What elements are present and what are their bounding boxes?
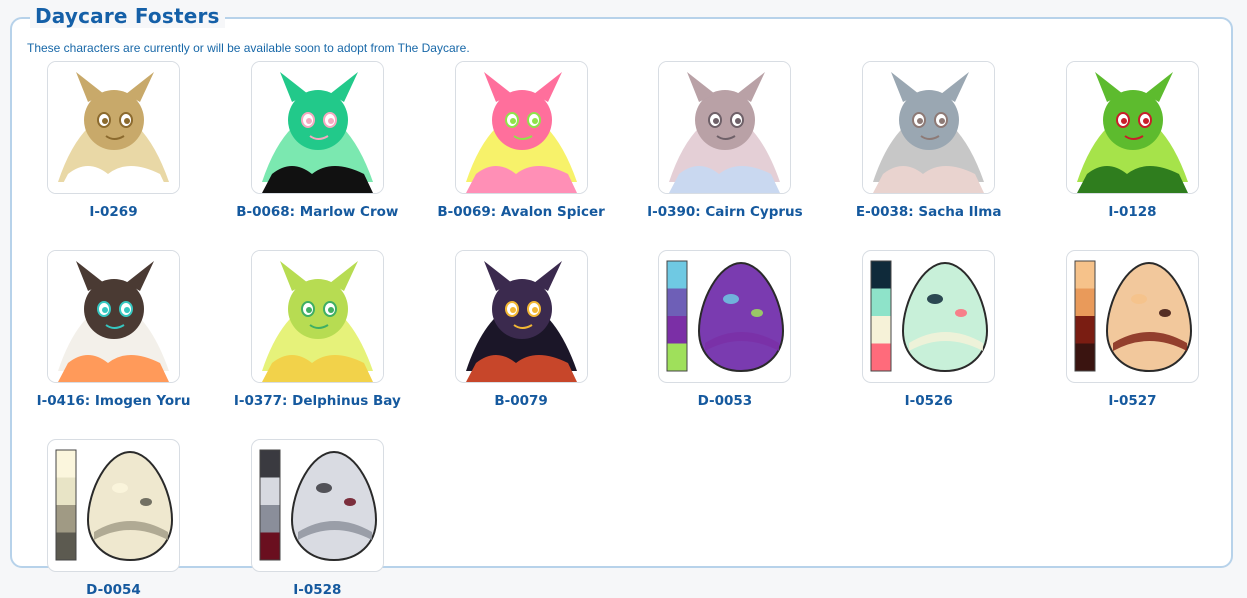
character-art: [1066, 62, 1198, 193]
foster-label[interactable]: D-0054: [86, 582, 141, 598]
foster-label[interactable]: I-0528: [293, 582, 341, 598]
foster-label[interactable]: B-0068: Marlow Crow: [236, 204, 398, 220]
foster-card[interactable]: I-0526: [843, 250, 1014, 409]
character-art: [863, 62, 995, 193]
character-art: [48, 62, 179, 193]
foster-thumbnail[interactable]: [250, 61, 384, 194]
egg-art: [666, 260, 785, 373]
foster-thumbnail[interactable]: [862, 250, 996, 383]
foster-label[interactable]: D-0053: [698, 393, 753, 409]
foster-thumbnail[interactable]: [47, 439, 180, 572]
foster-card[interactable]: D-0054: [28, 439, 199, 598]
section-title: Daycare Fosters: [30, 4, 225, 28]
foster-thumbnail[interactable]: [454, 250, 588, 383]
foster-card[interactable]: B-0079: [436, 250, 607, 409]
foster-label[interactable]: B-0079: [494, 393, 547, 409]
foster-card[interactable]: I-0416: Imogen Yoru: [28, 250, 199, 409]
foster-label[interactable]: I-0269: [89, 204, 137, 220]
character-art: [251, 251, 383, 382]
character-art: [455, 251, 587, 382]
foster-card[interactable]: I-0527: [1047, 250, 1218, 409]
egg-art: [259, 449, 377, 562]
foster-card[interactable]: B-0069: Avalon Spicer: [436, 61, 607, 220]
foster-thumbnail[interactable]: [1065, 250, 1199, 383]
foster-label[interactable]: E-0038: Sacha Ilma: [856, 204, 1002, 220]
character-art: [455, 62, 587, 193]
foster-card[interactable]: I-0528: [232, 439, 403, 598]
foster-thumbnail[interactable]: [250, 250, 384, 383]
foster-label[interactable]: I-0416: Imogen Yoru: [37, 393, 191, 409]
foster-card[interactable]: E-0038: Sacha Ilma: [843, 61, 1014, 220]
foster-thumbnail[interactable]: [47, 250, 180, 383]
foster-label[interactable]: B-0069: Avalon Spicer: [437, 204, 604, 220]
egg-art: [870, 260, 989, 373]
foster-thumbnail[interactable]: [47, 61, 180, 194]
foster-thumbnail[interactable]: [454, 61, 588, 194]
foster-card[interactable]: B-0068: Marlow Crow: [232, 61, 403, 220]
foster-thumbnail[interactable]: [658, 250, 792, 383]
foster-card[interactable]: I-0128: [1047, 61, 1218, 220]
foster-thumbnail[interactable]: [862, 61, 996, 194]
foster-label[interactable]: I-0128: [1108, 204, 1156, 220]
character-art: [251, 62, 383, 193]
foster-thumbnail[interactable]: [658, 61, 792, 194]
foster-card[interactable]: D-0053: [639, 250, 810, 409]
foster-thumbnail[interactable]: [1065, 61, 1199, 194]
foster-card[interactable]: I-0269: [28, 61, 199, 220]
foster-label[interactable]: I-0527: [1108, 393, 1156, 409]
foster-label[interactable]: I-0526: [905, 393, 953, 409]
foster-label[interactable]: I-0377: Delphinus Bay: [234, 393, 401, 409]
foster-card[interactable]: I-0390: Cairn Cyprus: [639, 61, 810, 220]
egg-art: [1074, 260, 1192, 373]
character-art: [48, 251, 179, 382]
character-art: [659, 62, 791, 193]
section-subtitle: These characters are currently or will b…: [27, 41, 470, 55]
foster-thumbnail[interactable]: [250, 439, 384, 572]
foster-card[interactable]: I-0377: Delphinus Bay: [232, 250, 403, 409]
egg-art: [55, 449, 174, 562]
foster-label[interactable]: I-0390: Cairn Cyprus: [647, 204, 803, 220]
fosters-grid: I-0269 B-0068: Marlow Crow B-0069: Avalo…: [28, 61, 1218, 598]
